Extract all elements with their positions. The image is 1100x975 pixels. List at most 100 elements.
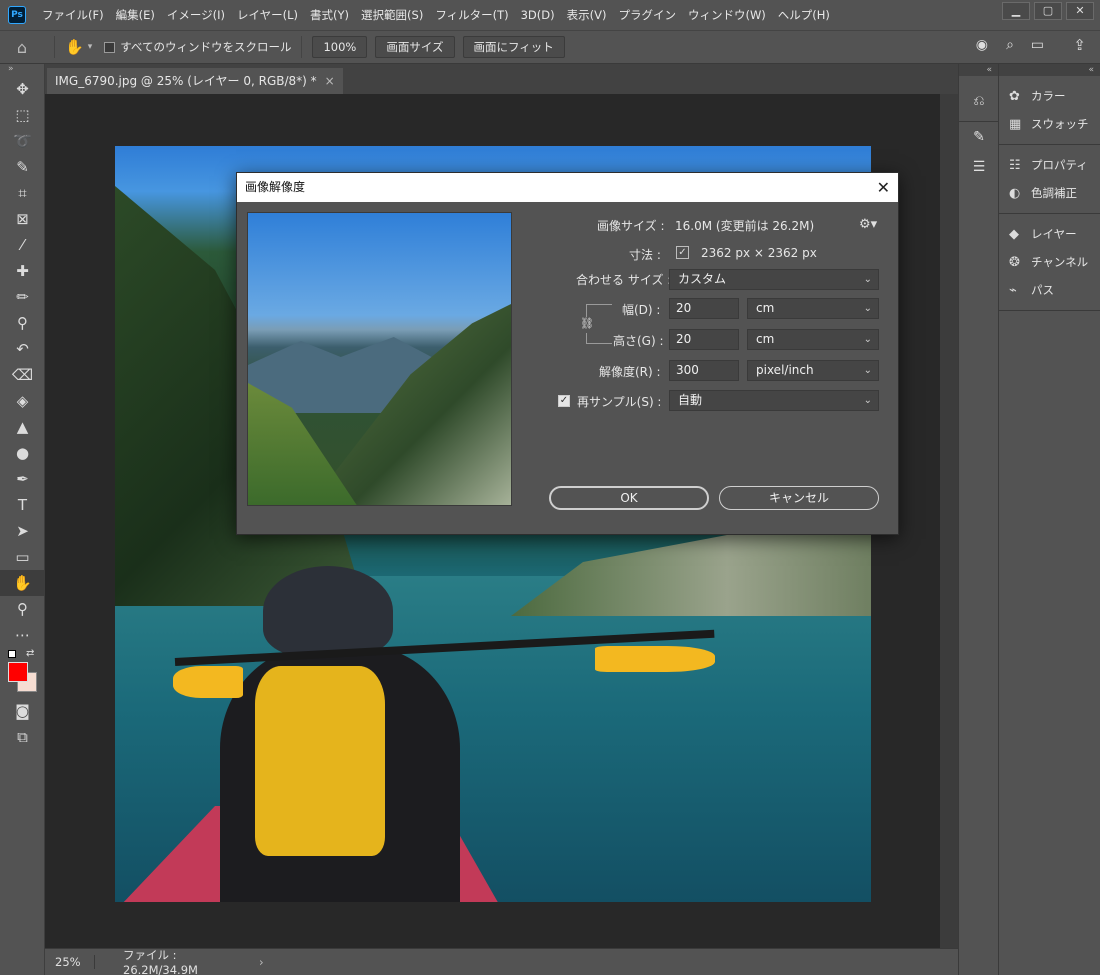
zoom-tool-icon[interactable]: ⚲: [0, 596, 45, 622]
pen-tool-icon[interactable]: ✒: [0, 466, 45, 492]
menu-type[interactable]: 書式(Y): [304, 0, 355, 30]
status-menu-arrow-icon[interactable]: ›: [259, 955, 264, 969]
scroll-all-checkbox[interactable]: [104, 41, 116, 53]
document-tab[interactable]: IMG_6790.jpg @ 25% (レイヤー 0, RGB/8*) * ×: [47, 68, 343, 94]
resample-checkbox[interactable]: ✓: [558, 395, 570, 407]
photoshop-logo-icon: Ps: [8, 6, 26, 24]
panel-group-layers: ◆ レイヤー ❂ チャンネル ⌁ パス: [999, 214, 1100, 311]
panel-tab-layers[interactable]: ◆ レイヤー: [999, 220, 1100, 248]
panel-group-color: ✿ カラー ▦ スウォッチ: [999, 76, 1100, 145]
quick-select-tool-icon[interactable]: ✎: [0, 154, 45, 180]
menu-help[interactable]: ヘルプ(H): [772, 0, 836, 30]
brush-settings-icon[interactable]: ✎: [959, 122, 999, 152]
dimensions-dropdown-icon[interactable]: ✓: [676, 246, 689, 259]
width-field[interactable]: 20: [669, 298, 739, 319]
gear-icon[interactable]: ⚙▾: [859, 217, 877, 232]
rectangle-tool-icon[interactable]: ▭: [0, 544, 45, 570]
frame-tool-icon[interactable]: ⊠: [0, 206, 45, 232]
panel-tab-swatches[interactable]: ▦ スウォッチ: [999, 110, 1100, 138]
chevron-down-icon[interactable]: ▾: [88, 42, 93, 52]
workspace-icon[interactable]: ▭: [1031, 37, 1044, 53]
home-icon[interactable]: ⌂: [0, 38, 44, 57]
resolution-field[interactable]: 300: [669, 360, 739, 381]
height-unit-select[interactable]: cm ⌄: [747, 329, 879, 350]
foreground-color-swatch[interactable]: [8, 662, 28, 682]
menu-edit[interactable]: 編集(E): [110, 0, 161, 30]
close-icon[interactable]: ✕: [1066, 2, 1094, 20]
width-unit-select[interactable]: cm ⌄: [747, 298, 879, 319]
height-field[interactable]: 20: [669, 329, 739, 350]
adjustments-icon[interactable]: ☰: [959, 152, 999, 182]
crop-tool-icon[interactable]: ⌗: [0, 180, 45, 206]
resample-select[interactable]: 自動 ⌄: [669, 390, 879, 411]
cancel-button[interactable]: キャンセル: [719, 486, 879, 510]
collapse-icon[interactable]: «: [959, 64, 998, 76]
restore-icon[interactable]: ▢: [1034, 2, 1062, 20]
fit-to-label: 合わせる サイズ :: [576, 273, 672, 287]
default-colors-icon[interactable]: [8, 650, 16, 658]
zoom-100-button[interactable]: 100%: [312, 36, 368, 58]
fit-to-select[interactable]: カスタム ⌄: [669, 269, 879, 290]
swap-colors-icon[interactable]: ⇄: [26, 648, 34, 659]
dodge-tool-icon[interactable]: ●: [0, 440, 45, 466]
history-panel-icon[interactable]: ⎌: [959, 86, 999, 116]
healing-brush-tool-icon[interactable]: ✚: [0, 258, 45, 284]
clone-stamp-tool-icon[interactable]: ⚲: [0, 310, 45, 336]
collapse-icon[interactable]: »: [0, 64, 44, 76]
menu-file[interactable]: ファイル(F): [36, 0, 110, 30]
more-tools-icon[interactable]: ⋯: [0, 622, 45, 648]
paint-bucket-tool-icon[interactable]: ◈: [0, 388, 45, 414]
ok-button[interactable]: OK: [549, 486, 709, 510]
image-preview[interactable]: [247, 212, 512, 506]
menu-layer[interactable]: レイヤー(L): [231, 0, 304, 30]
image-size-dialog: 画像解像度 ✕ 画像サイズ : 16.0M (変更前は 26.2M) ⚙▾ 寸法…: [236, 172, 899, 535]
fill-screen-button[interactable]: 画面にフィット: [462, 36, 565, 58]
close-tab-icon[interactable]: ×: [325, 68, 335, 94]
panel-tab-color[interactable]: ✿ カラー: [999, 82, 1100, 110]
hand-tool-icon[interactable]: ✋: [65, 38, 84, 56]
share-icon[interactable]: ⇪: [1073, 36, 1086, 54]
document-tab-bar: IMG_6790.jpg @ 25% (レイヤー 0, RGB/8*) * ×: [45, 64, 958, 94]
menu-select[interactable]: 選択範囲(S): [355, 0, 429, 30]
panel-icon-strip: « ⎌ ✎ ☰: [958, 64, 998, 975]
menu-plugins[interactable]: プラグイン: [612, 0, 682, 30]
resample-label: 再サンプル(S) :: [577, 395, 662, 409]
menu-bar: Ps ファイル(F) 編集(E) イメージ(I) レイヤー(L) 書式(Y) 選…: [0, 0, 1100, 30]
vertical-scrollbar[interactable]: [940, 94, 958, 948]
history-brush-tool-icon[interactable]: ↶: [0, 336, 45, 362]
tools-panel: » ✥ ⬚ ➰ ✎ ⌗ ⊠ ⁄ ✚ ✏ ⚲ ↶ ⌫ ◈ ▲ ● ✒ T ➤ ▭ …: [0, 64, 45, 975]
panel-tab-adjustments[interactable]: ◐ 色調補正: [999, 179, 1100, 207]
blur-tool-icon[interactable]: ▲: [0, 414, 45, 440]
user-icon[interactable]: ◉: [976, 37, 988, 53]
collapse-icon[interactable]: «: [999, 64, 1100, 76]
panel-group-properties: ☷ プロパティ ◐ 色調補正: [999, 145, 1100, 214]
move-tool-icon[interactable]: ✥: [0, 76, 45, 102]
menu-filter[interactable]: フィルター(T): [429, 0, 514, 30]
quick-mask-icon[interactable]: ◙: [0, 698, 45, 724]
lasso-tool-icon[interactable]: ➰: [0, 128, 45, 154]
menu-view[interactable]: 表示(V): [561, 0, 613, 30]
close-icon[interactable]: ✕: [877, 173, 890, 202]
panel-tab-properties[interactable]: ☷ プロパティ: [999, 151, 1100, 179]
fit-screen-button[interactable]: 画面サイズ: [375, 36, 455, 58]
resolution-unit-select[interactable]: pixel/inch ⌄: [747, 360, 879, 381]
menu-window[interactable]: ウィンドウ(W): [682, 0, 772, 30]
panel-tab-paths[interactable]: ⌁ パス: [999, 276, 1100, 304]
marquee-tool-icon[interactable]: ⬚: [0, 102, 45, 128]
hand-tool-icon[interactable]: ✋: [0, 570, 45, 596]
screen-mode-icon[interactable]: ⧉: [0, 724, 45, 750]
eyedropper-tool-icon[interactable]: ⁄: [0, 232, 45, 258]
link-icon[interactable]: ⛓: [580, 317, 594, 333]
path-select-tool-icon[interactable]: ➤: [0, 518, 45, 544]
brush-tool-icon[interactable]: ✏: [0, 284, 45, 310]
search-icon[interactable]: ⌕: [1006, 37, 1014, 53]
menu-image[interactable]: イメージ(I): [161, 0, 231, 30]
eraser-tool-icon[interactable]: ⌫: [0, 362, 45, 388]
menu-3d[interactable]: 3D(D): [515, 0, 561, 30]
width-unit-value: cm: [756, 301, 775, 315]
type-tool-icon[interactable]: T: [0, 492, 45, 518]
photo-life-vest: [255, 666, 385, 856]
panel-tab-channels[interactable]: ❂ チャンネル: [999, 248, 1100, 276]
status-zoom[interactable]: 25%: [45, 955, 95, 969]
minimize-icon[interactable]: ▁: [1002, 2, 1030, 20]
